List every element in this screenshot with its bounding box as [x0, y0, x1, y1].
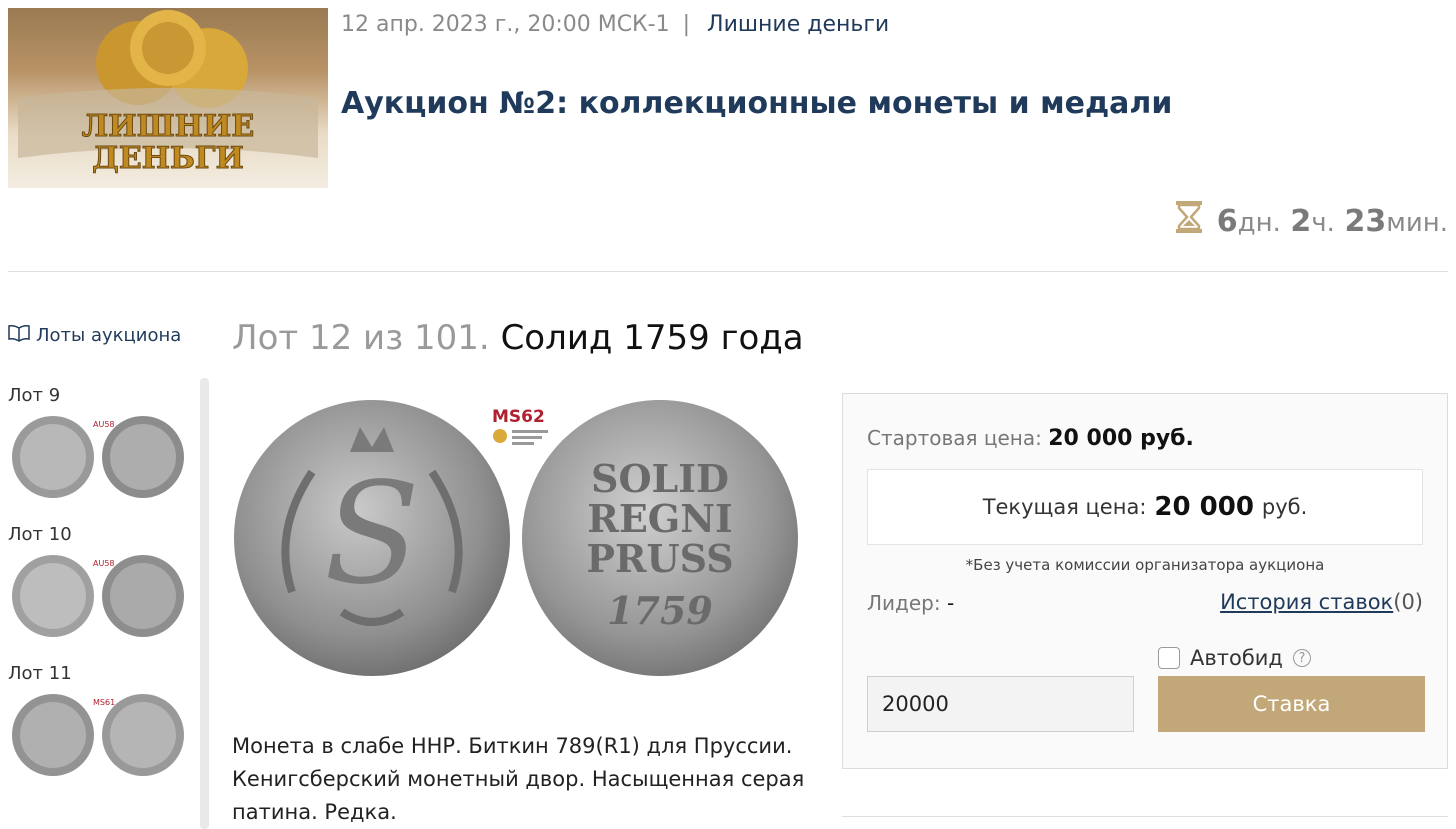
sidebar-item-label: Лот 10 [8, 524, 72, 545]
lot-main-image[interactable]: S SOLID REGNI PRUSS 1759 MS62 [232, 392, 806, 684]
auction-date: 12 апр. 2023 г., 20:00 МСК-1 [341, 12, 670, 37]
svg-text:S: S [324, 453, 420, 616]
bid-panel: Стартовая цена: 20 000 руб. Текущая цена… [842, 393, 1448, 769]
autobid-label[interactable]: Автобид [1190, 646, 1283, 670]
panel-bottom-divider [842, 816, 1448, 817]
lot-thumbnail[interactable]: AU58 [8, 412, 198, 502]
bid-history-count: (0) [1393, 590, 1423, 614]
header-separator: | [682, 12, 691, 37]
sidebar-item-label: Лот 9 [8, 385, 61, 406]
lots-sidebar: Лот 9 AU58 Лот 10 AU58 Лот 11 MS61 [8, 385, 198, 829]
auction-date-line: 12 апр. 2023 г., 20:00 МСК-1 | Лишние де… [341, 12, 889, 37]
header-divider [8, 271, 1448, 272]
sidebar-item-label: Лот 11 [8, 663, 72, 684]
autobid-checkbox[interactable] [1158, 647, 1180, 669]
organizer-link[interactable]: Лишние деньги [707, 12, 889, 37]
svg-text:SOLID: SOLID [591, 456, 729, 501]
leader-info: Лидер: - [867, 591, 955, 615]
sidebar-item-lot-11[interactable]: Лот 11 MS61 [8, 663, 198, 780]
auction-title[interactable]: Аукцион №2: коллекционные монеты и медал… [341, 86, 1172, 121]
svg-text:MS61: MS61 [93, 698, 115, 707]
svg-text:MS62: MS62 [492, 407, 545, 427]
svg-text:ДЕНЬГИ: ДЕНЬГИ [92, 141, 244, 176]
bid-amount-input[interactable] [867, 676, 1134, 732]
sidebar-scrollbar[interactable] [200, 378, 209, 829]
place-bid-button[interactable]: Ставка [1158, 676, 1425, 732]
svg-text:ЛИШНИЕ: ЛИШНИЕ [82, 109, 254, 144]
auction-lots-link[interactable]: Лоты аукциона [8, 324, 181, 347]
auction-house-logo[interactable]: ЛИШНИЕ ДЕНЬГИ [8, 8, 328, 188]
lot-thumbnail[interactable]: MS61 [8, 690, 198, 780]
autobid-option: Автобид ? [1158, 646, 1311, 670]
sidebar-item-lot-9[interactable]: Лот 9 AU58 [8, 385, 198, 502]
svg-text:AU58: AU58 [93, 559, 115, 568]
lot-name: Солид 1759 года [500, 318, 804, 358]
svg-text:REGNI: REGNI [587, 496, 733, 541]
svg-text:PRUSS: PRUSS [586, 536, 733, 581]
hourglass-icon [1175, 200, 1203, 242]
book-icon [8, 324, 30, 347]
bid-history: История ставок(0) [1220, 590, 1423, 614]
svg-text:1759: 1759 [607, 588, 713, 633]
svg-text:AU58: AU58 [93, 420, 115, 429]
lot-thumbnail[interactable]: AU58 [8, 551, 198, 641]
start-price: Стартовая цена: 20 000 руб. [867, 426, 1194, 451]
help-icon[interactable]: ? [1292, 649, 1311, 667]
timer-value: 6дн. 2ч. 23мин. [1216, 203, 1448, 239]
bid-history-link[interactable]: История ставок [1220, 590, 1393, 614]
current-price: Текущая цена: 20 000 руб. [867, 469, 1423, 545]
lot-description: Монета в слабе ННР. Биткин 789(R1) для П… [232, 734, 805, 824]
lot-number: Лот 12 из 101. [232, 318, 490, 358]
commission-note: *Без учета комиссии организатора аукцион… [965, 556, 1325, 574]
lot-heading: Лот 12 из 101. Солид 1759 года [232, 318, 804, 358]
sidebar-item-lot-10[interactable]: Лот 10 AU58 [8, 524, 198, 641]
auction-timer: 6дн. 2ч. 23мин. [1175, 200, 1448, 242]
